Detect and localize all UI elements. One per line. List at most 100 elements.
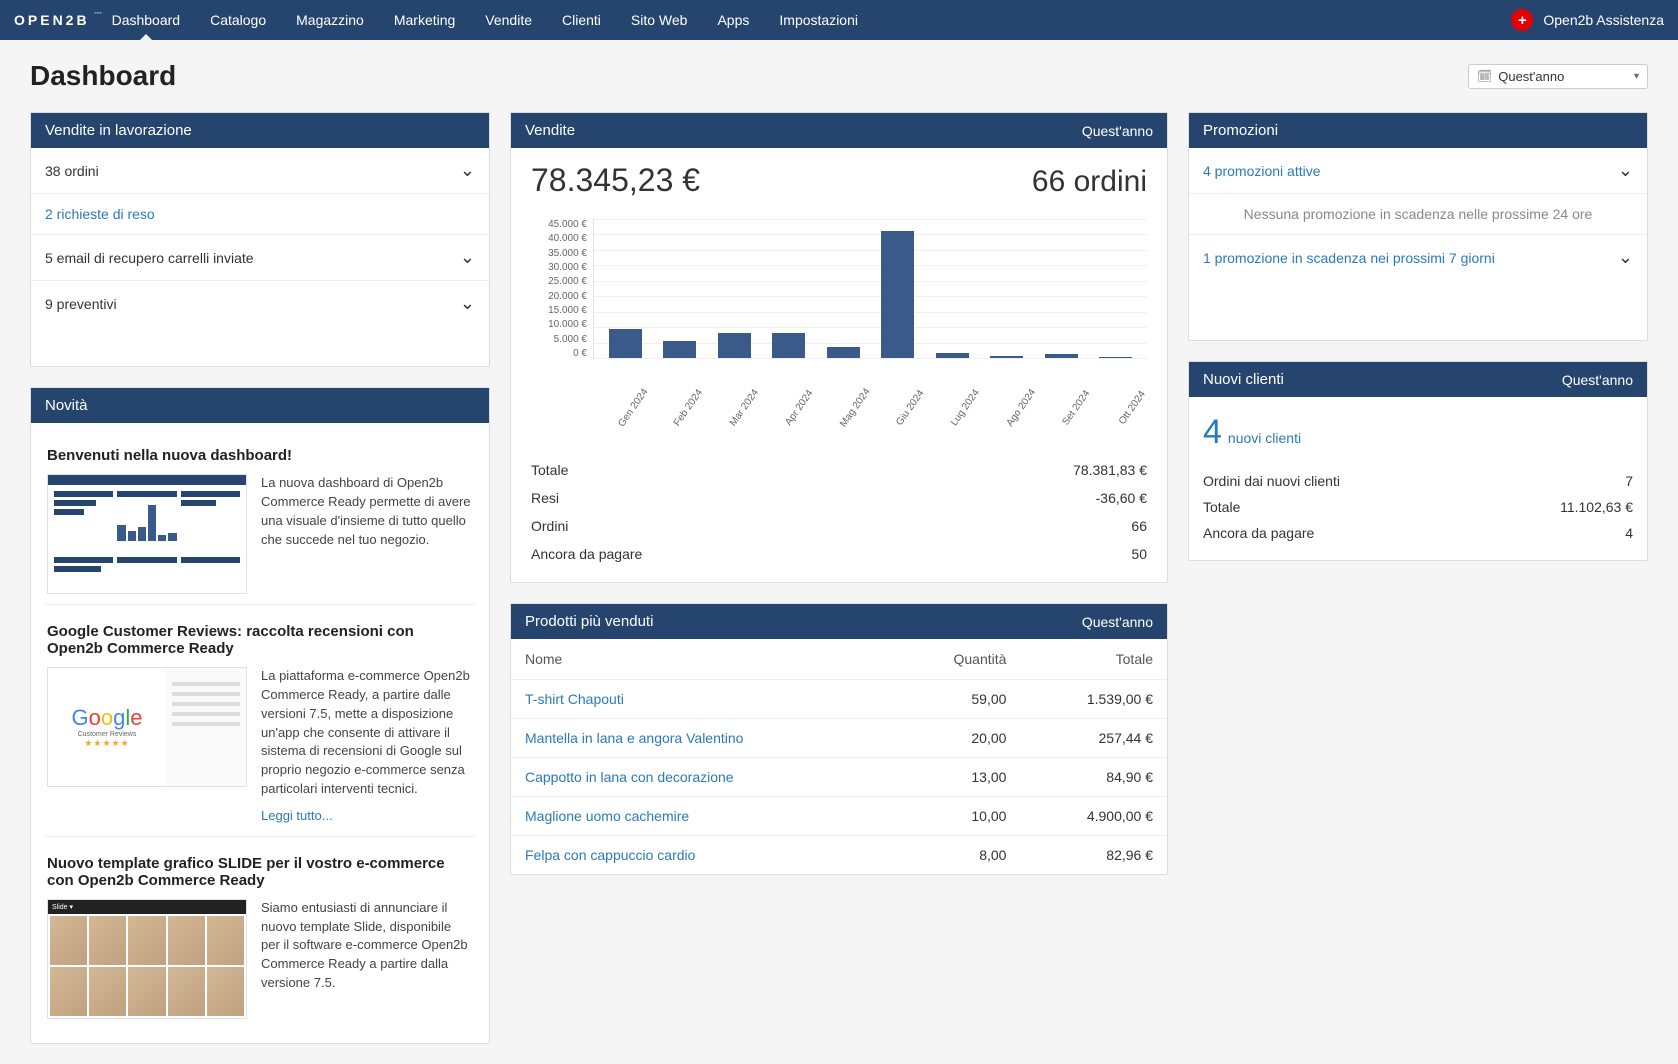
table-row[interactable]: Felpa con cappuccio cardio8,0082,96 € [511, 836, 1167, 875]
chart-bar[interactable] [1089, 219, 1144, 358]
nav-item-dashboard[interactable]: Dashboard [112, 1, 181, 39]
new-clients-count-row[interactable]: 4 nuovi clienti [1189, 397, 1647, 462]
chart-bar[interactable] [707, 219, 762, 358]
list-item-label: 2 richieste di reso [45, 206, 155, 222]
calendar-icon: 🗓 [1477, 69, 1492, 83]
product-name-link[interactable]: Mantella in lana e angora Valentino [511, 719, 895, 758]
table-row[interactable]: Mantella in lana e angora Valentino20,00… [511, 719, 1167, 758]
assistance-button[interactable]: + Open2b Assistenza [1511, 9, 1664, 31]
list-item-label: 1 promozione in scadenza nei prossimi 7 … [1203, 250, 1495, 266]
sales-chart: 45.000 €40.000 €35.000 €30.000 €25.000 €… [511, 209, 1167, 426]
table-row[interactable]: Maglione uomo cachemire10,004.900,00 € [511, 797, 1167, 836]
stat-value: 7 [1625, 473, 1633, 489]
chevron-down-icon: ⌄ [460, 293, 475, 314]
y-tick-label: 15.000 € [531, 305, 587, 316]
panel-period: Quest'anno [1082, 614, 1153, 630]
y-tick-label: 0 € [531, 348, 587, 359]
list-item[interactable]: 4 promozioni attive⌄ [1189, 148, 1647, 194]
brand-logo[interactable]: OPEN2B◦◦◦ [14, 12, 90, 28]
table-header: Quantità [895, 639, 1021, 680]
chart-bar[interactable] [980, 219, 1035, 358]
product-qty: 20,00 [895, 719, 1021, 758]
chevron-down-icon: ⌄ [460, 160, 475, 181]
chart-bar[interactable] [1034, 219, 1089, 358]
list-item-label: 38 ordini [45, 163, 99, 179]
list-item[interactable]: 38 ordini ⌄ [31, 148, 489, 194]
table-header: Nome [511, 639, 895, 680]
panel-vendite: Vendite Quest'anno 78.345,23 € 66 ordini… [510, 112, 1168, 583]
list-item[interactable]: 2 richieste di reso [31, 194, 489, 235]
panel-title: Nuovi clienti [1203, 371, 1284, 388]
read-more-link[interactable]: Leggi tutto... [261, 807, 333, 826]
panel-nuovi-clienti: Nuovi clienti Quest'anno 4 nuovi clienti… [1188, 361, 1648, 561]
product-total: 84,90 € [1020, 758, 1167, 797]
nav-item-vendite[interactable]: Vendite [485, 1, 532, 39]
news-item: Google Customer Reviews: raccolta recens… [45, 605, 475, 837]
list-item-label: 5 email di recupero carrelli inviate [45, 250, 254, 266]
list-item[interactable]: 9 preventivi ⌄ [31, 281, 489, 326]
nav-item-sito-web[interactable]: Sito Web [631, 1, 688, 39]
chart-bar[interactable] [816, 219, 871, 358]
stat-label: Ancora da pagare [531, 546, 642, 562]
stat-row: Ordini dai nuovi clienti7 [1203, 468, 1633, 494]
stat-label: Ancora da pagare [1203, 525, 1314, 541]
page-header: Dashboard 🗓 Quest'anno [30, 60, 1648, 92]
y-tick-label: 20.000 € [531, 291, 587, 302]
list-item: Nessuna promozione in scadenza nelle pro… [1189, 194, 1647, 235]
product-qty: 13,00 [895, 758, 1021, 797]
nav-item-impostazioni[interactable]: Impostazioni [779, 1, 858, 39]
product-qty: 59,00 [895, 680, 1021, 719]
list-item-label: Nessuna promozione in scadenza nelle pro… [1244, 206, 1593, 222]
chart-bar[interactable] [762, 219, 817, 358]
nav-item-apps[interactable]: Apps [717, 1, 749, 39]
y-tick-label: 25.000 € [531, 276, 587, 287]
stat-row: Totale11.102,63 € [1203, 494, 1633, 520]
stat-value: -36,60 € [1096, 490, 1147, 506]
panel-title: Novità [45, 397, 88, 414]
news-thumbnail[interactable]: Slide ▾ [47, 899, 247, 1019]
news-thumbnail[interactable]: GoogleCustomer Reviews★★★★★ [47, 667, 247, 787]
news-thumbnail[interactable] [47, 474, 247, 594]
nav-item-marketing[interactable]: Marketing [394, 1, 455, 39]
stat-label: Totale [531, 462, 568, 478]
chart-bar[interactable] [653, 219, 708, 358]
y-tick-label: 10.000 € [531, 319, 587, 330]
list-item[interactable]: 5 email di recupero carrelli inviate⌄ [31, 235, 489, 281]
panel-title: Promozioni [1203, 122, 1278, 139]
chart-bar[interactable] [925, 219, 980, 358]
stat-label: Resi [531, 490, 559, 506]
chart-bar[interactable] [598, 219, 653, 358]
panel-title: Prodotti più venduti [525, 613, 653, 630]
nav-item-catalogo[interactable]: Catalogo [210, 1, 266, 39]
news-text: La piattaforma e-commerce Open2b Commerc… [261, 667, 473, 826]
list-item-label: 9 preventivi [45, 296, 117, 312]
nav-item-magazzino[interactable]: Magazzino [296, 1, 364, 39]
panel-prodotti: Prodotti più venduti Quest'anno NomeQuan… [510, 603, 1168, 875]
product-name-link[interactable]: Cappotto in lana con decorazione [511, 758, 895, 797]
panel-novita: Novità Benvenuti nella nuova dashboard!L… [30, 387, 490, 1044]
news-item: Benvenuti nella nuova dashboard!La nuova… [45, 429, 475, 605]
product-name-link[interactable]: Maglione uomo cachemire [511, 797, 895, 836]
nav-item-clienti[interactable]: Clienti [562, 1, 601, 39]
product-name-link[interactable]: T-shirt Chapouti [511, 680, 895, 719]
list-item[interactable]: 1 promozione in scadenza nei prossimi 7 … [1189, 235, 1647, 280]
panel-title: Vendite in lavorazione [45, 122, 192, 139]
chart-bar[interactable] [871, 219, 926, 358]
stat-row: Ancora da pagare50 [531, 540, 1147, 568]
y-tick-label: 45.000 € [531, 219, 587, 230]
sales-total-amount: 78.345,23 € [531, 162, 700, 199]
period-value: Quest'anno [1498, 69, 1564, 84]
panel-period: Quest'anno [1082, 123, 1153, 139]
table-row[interactable]: Cappotto in lana con decorazione13,0084,… [511, 758, 1167, 797]
logo-decoration-icon: ◦◦◦ [94, 10, 101, 17]
table-row[interactable]: T-shirt Chapouti59,001.539,00 € [511, 680, 1167, 719]
product-qty: 10,00 [895, 797, 1021, 836]
chevron-down-icon: ⌄ [1618, 247, 1633, 268]
products-table: NomeQuantitàTotale T-shirt Chapouti59,00… [511, 639, 1167, 874]
news-title: Google Customer Reviews: raccolta recens… [45, 623, 475, 657]
y-tick-label: 30.000 € [531, 262, 587, 273]
product-name-link[interactable]: Felpa con cappuccio cardio [511, 836, 895, 875]
panel-promozioni: Promozioni 4 promozioni attive⌄ Nessuna p… [1188, 112, 1648, 341]
period-selector[interactable]: 🗓 Quest'anno [1468, 64, 1648, 89]
y-tick-label: 40.000 € [531, 233, 587, 244]
